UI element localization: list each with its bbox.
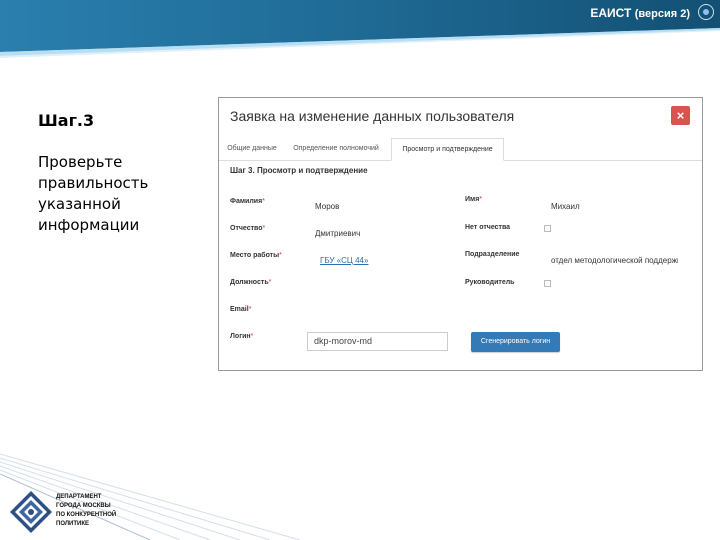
- step-title: Шаг.3: [38, 111, 95, 130]
- step-description: Проверьте правильность указанной информа…: [38, 153, 149, 234]
- first-name-value: Михаил: [551, 202, 580, 211]
- generate-login-button[interactable]: Сгенерировать логин: [471, 332, 560, 352]
- header-logo-icon: [698, 4, 714, 20]
- login-label: Логин*: [230, 333, 254, 340]
- patronymic-value: Дмитриевич: [315, 229, 361, 238]
- tab-permissions[interactable]: Определение полномочий: [287, 138, 385, 160]
- close-button[interactable]: ×: [671, 106, 690, 125]
- no-patronymic-label: Нет отчества: [465, 224, 511, 231]
- workplace-link[interactable]: ГБУ «СЦ 44»: [320, 256, 368, 265]
- tab-general[interactable]: Общие данные: [223, 138, 281, 160]
- position-label: Должность*: [230, 279, 272, 286]
- department-logo-icon: [10, 491, 52, 533]
- first-name-label: Имя*: [465, 196, 483, 203]
- patronymic-label: Отчество*: [230, 225, 266, 232]
- department-line-1: ДЕПАРТАМЕНТ: [56, 494, 102, 500]
- department-line-2: ГОРОДА МОСКВЫ: [56, 503, 111, 509]
- department-line-4: ПОЛИТИКЕ: [56, 521, 89, 527]
- manager-checkbox[interactable]: [544, 280, 551, 287]
- app-name: ЕАИСТ: [590, 6, 632, 20]
- department-value: отдел методологической поддержки: [551, 256, 678, 265]
- department-line-3: ПО КОНКУРЕНТНОЙ: [56, 512, 117, 518]
- login-input[interactable]: dkp-morov-md: [307, 332, 448, 351]
- workplace-label: Место работы*: [230, 252, 282, 259]
- manager-label: Руководитель: [465, 279, 515, 286]
- modal-title: Заявка на изменение данных пользователя: [230, 108, 515, 124]
- app-version: (версия 2): [634, 8, 690, 20]
- header-band: ЕАИСТ (версия 2): [0, 0, 720, 60]
- tab-review[interactable]: Просмотр и подтверждение: [391, 138, 504, 161]
- email-label: Email*: [230, 306, 252, 313]
- section-title: Шаг 3. Просмотр и подтверждение: [230, 166, 368, 175]
- department-name: ДЕПАРТАМЕНТ ГОРОДА МОСКВЫ ПО КОНКУРЕНТНО…: [56, 493, 116, 529]
- department-label: Подразделение: [465, 251, 520, 258]
- user-change-request-modal: Заявка на изменение данных пользователя …: [218, 97, 703, 371]
- last-name-value: Моров: [315, 202, 340, 211]
- no-patronymic-checkbox[interactable]: [544, 225, 551, 232]
- app-title: ЕАИСТ (версия 2): [590, 6, 690, 20]
- tab-bar: Общие данные Определение полномочий Прос…: [219, 138, 702, 161]
- last-name-label: Фамилия*: [230, 198, 265, 205]
